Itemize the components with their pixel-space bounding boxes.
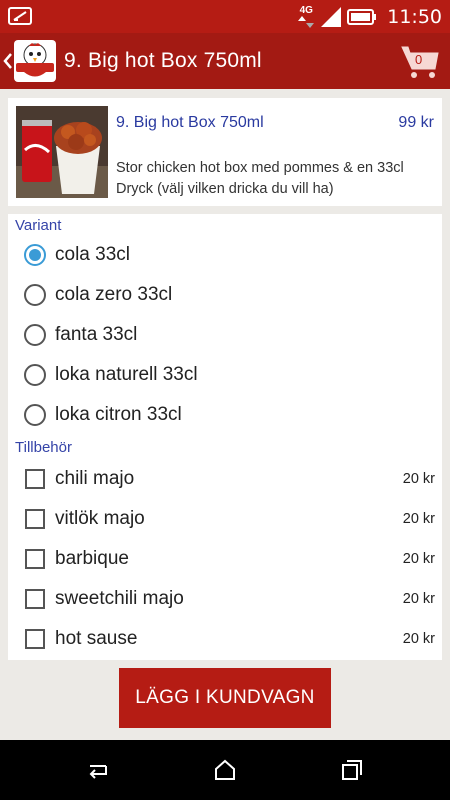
data-arrows-icon [298, 15, 315, 28]
action-bar: 9. Big hot Box 750ml 0 [0, 33, 450, 89]
radio-button[interactable] [24, 364, 46, 386]
status-bar: 4G 11:50 [0, 0, 450, 33]
extra-item-chili-majo[interactable]: chili majo 20 kr [8, 459, 442, 499]
extra-item-label: vitlök majo [55, 508, 145, 529]
extra-item-label: sweetchili majo [55, 588, 184, 609]
network-type-label: 4G [299, 4, 313, 16]
variant-option-label: loka citron 33cl [55, 404, 182, 425]
system-nav-bar [0, 740, 450, 800]
radio-button[interactable] [24, 244, 46, 266]
home-icon[interactable] [213, 758, 237, 782]
variant-option-label: cola zero 33cl [55, 284, 173, 305]
checkbox[interactable] [25, 469, 45, 489]
network-indicator: 4G [297, 4, 315, 28]
checkbox[interactable] [25, 549, 45, 569]
extra-item-hot-sause[interactable]: hot sause 20 kr [8, 619, 442, 659]
chicken-logo-icon [16, 43, 54, 77]
app-logo[interactable] [14, 40, 56, 82]
variant-option-cola[interactable]: cola 33cl [8, 235, 442, 275]
add-to-cart-button[interactable]: LÄGG I KUNDVAGN [119, 668, 331, 728]
back-chevron-icon[interactable] [3, 51, 13, 71]
radio-button[interactable] [24, 404, 46, 426]
variant-section-label: Variant [15, 217, 62, 234]
radio-button[interactable] [24, 324, 46, 346]
extra-item-price: 20 kr [402, 511, 435, 527]
checkbox[interactable] [25, 509, 45, 529]
extra-item-vitlok-majo[interactable]: vitlök majo 20 kr [8, 499, 442, 539]
checkbox[interactable] [25, 589, 45, 609]
variant-option-label: fanta 33cl [55, 324, 138, 345]
product-card: 9. Big hot Box 750ml 99 kr Stor chicken … [8, 98, 442, 206]
product-name: 9. Big hot Box 750ml [116, 114, 264, 131]
variant-option-fanta[interactable]: fanta 33cl [8, 315, 442, 355]
page-title: 9. Big hot Box 750ml [64, 49, 262, 72]
variant-option-loka-citron[interactable]: loka citron 33cl [8, 395, 442, 435]
extra-item-barbique[interactable]: barbique 20 kr [8, 539, 442, 579]
variant-option-label: cola 33cl [55, 244, 130, 265]
extra-item-price: 20 kr [402, 631, 435, 647]
extras-section-label: Tillbehör [15, 439, 72, 456]
extra-item-price: 20 kr [402, 471, 435, 487]
variant-option-label: loka naturell 33cl [55, 364, 198, 385]
signal-icon [321, 6, 342, 27]
clock: 11:50 [387, 5, 442, 28]
recent-apps-icon[interactable] [340, 758, 364, 782]
cart-count-badge: 0 [415, 52, 423, 67]
cart-button[interactable]: 0 [400, 41, 440, 81]
options-card[interactable]: Variant cola 33cl cola zero 33cl fanta 3… [8, 214, 442, 660]
product-price: 99 kr [398, 114, 434, 131]
extra-item-label: barbique [55, 548, 129, 569]
variant-option-cola-zero[interactable]: cola zero 33cl [8, 275, 442, 315]
extra-item-price: 20 kr [402, 591, 435, 607]
radio-button[interactable] [24, 284, 46, 306]
extra-item-label: hot sause [55, 628, 138, 649]
battery-icon [347, 8, 377, 25]
product-image [16, 106, 108, 198]
variant-option-loka-naturell[interactable]: loka naturell 33cl [8, 355, 442, 395]
back-icon[interactable] [86, 758, 110, 782]
notification-icon [8, 7, 32, 25]
extra-item-label: chili majo [55, 468, 135, 489]
extra-item-sweetchili-majo[interactable]: sweetchili majo 20 kr [8, 579, 442, 619]
content-area: 9. Big hot Box 750ml 99 kr Stor chicken … [0, 89, 450, 740]
product-description: Stor chicken hot box med pommes & en 33c… [116, 160, 404, 197]
extra-item-price: 20 kr [402, 551, 435, 567]
checkbox[interactable] [25, 629, 45, 649]
